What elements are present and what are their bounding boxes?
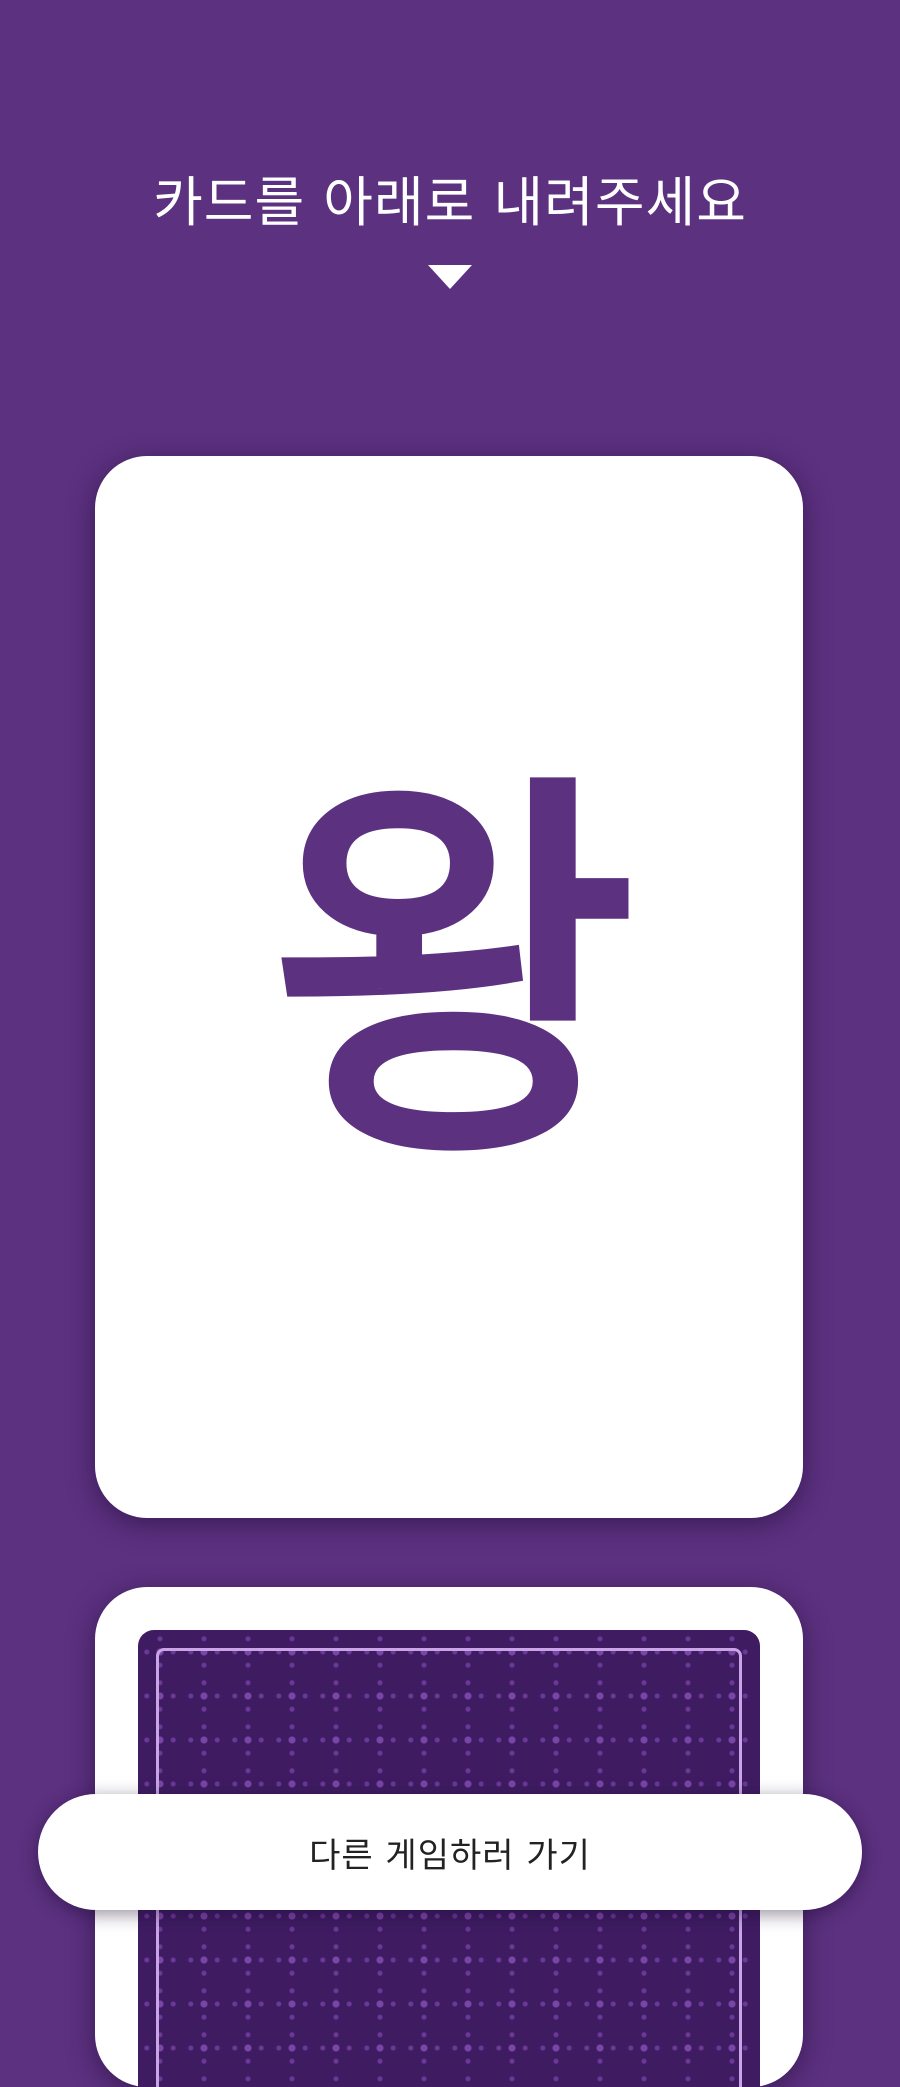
instruction-text: 카드를 아래로 내려주세요 [153, 171, 747, 234]
other-game-button[interactable]: 다른 게임하러 가기 [38, 1794, 862, 1910]
card-front[interactable]: 왕 [95, 456, 803, 1518]
arrow-down-icon [428, 265, 472, 289]
card-text: 왕 [269, 744, 637, 1209]
